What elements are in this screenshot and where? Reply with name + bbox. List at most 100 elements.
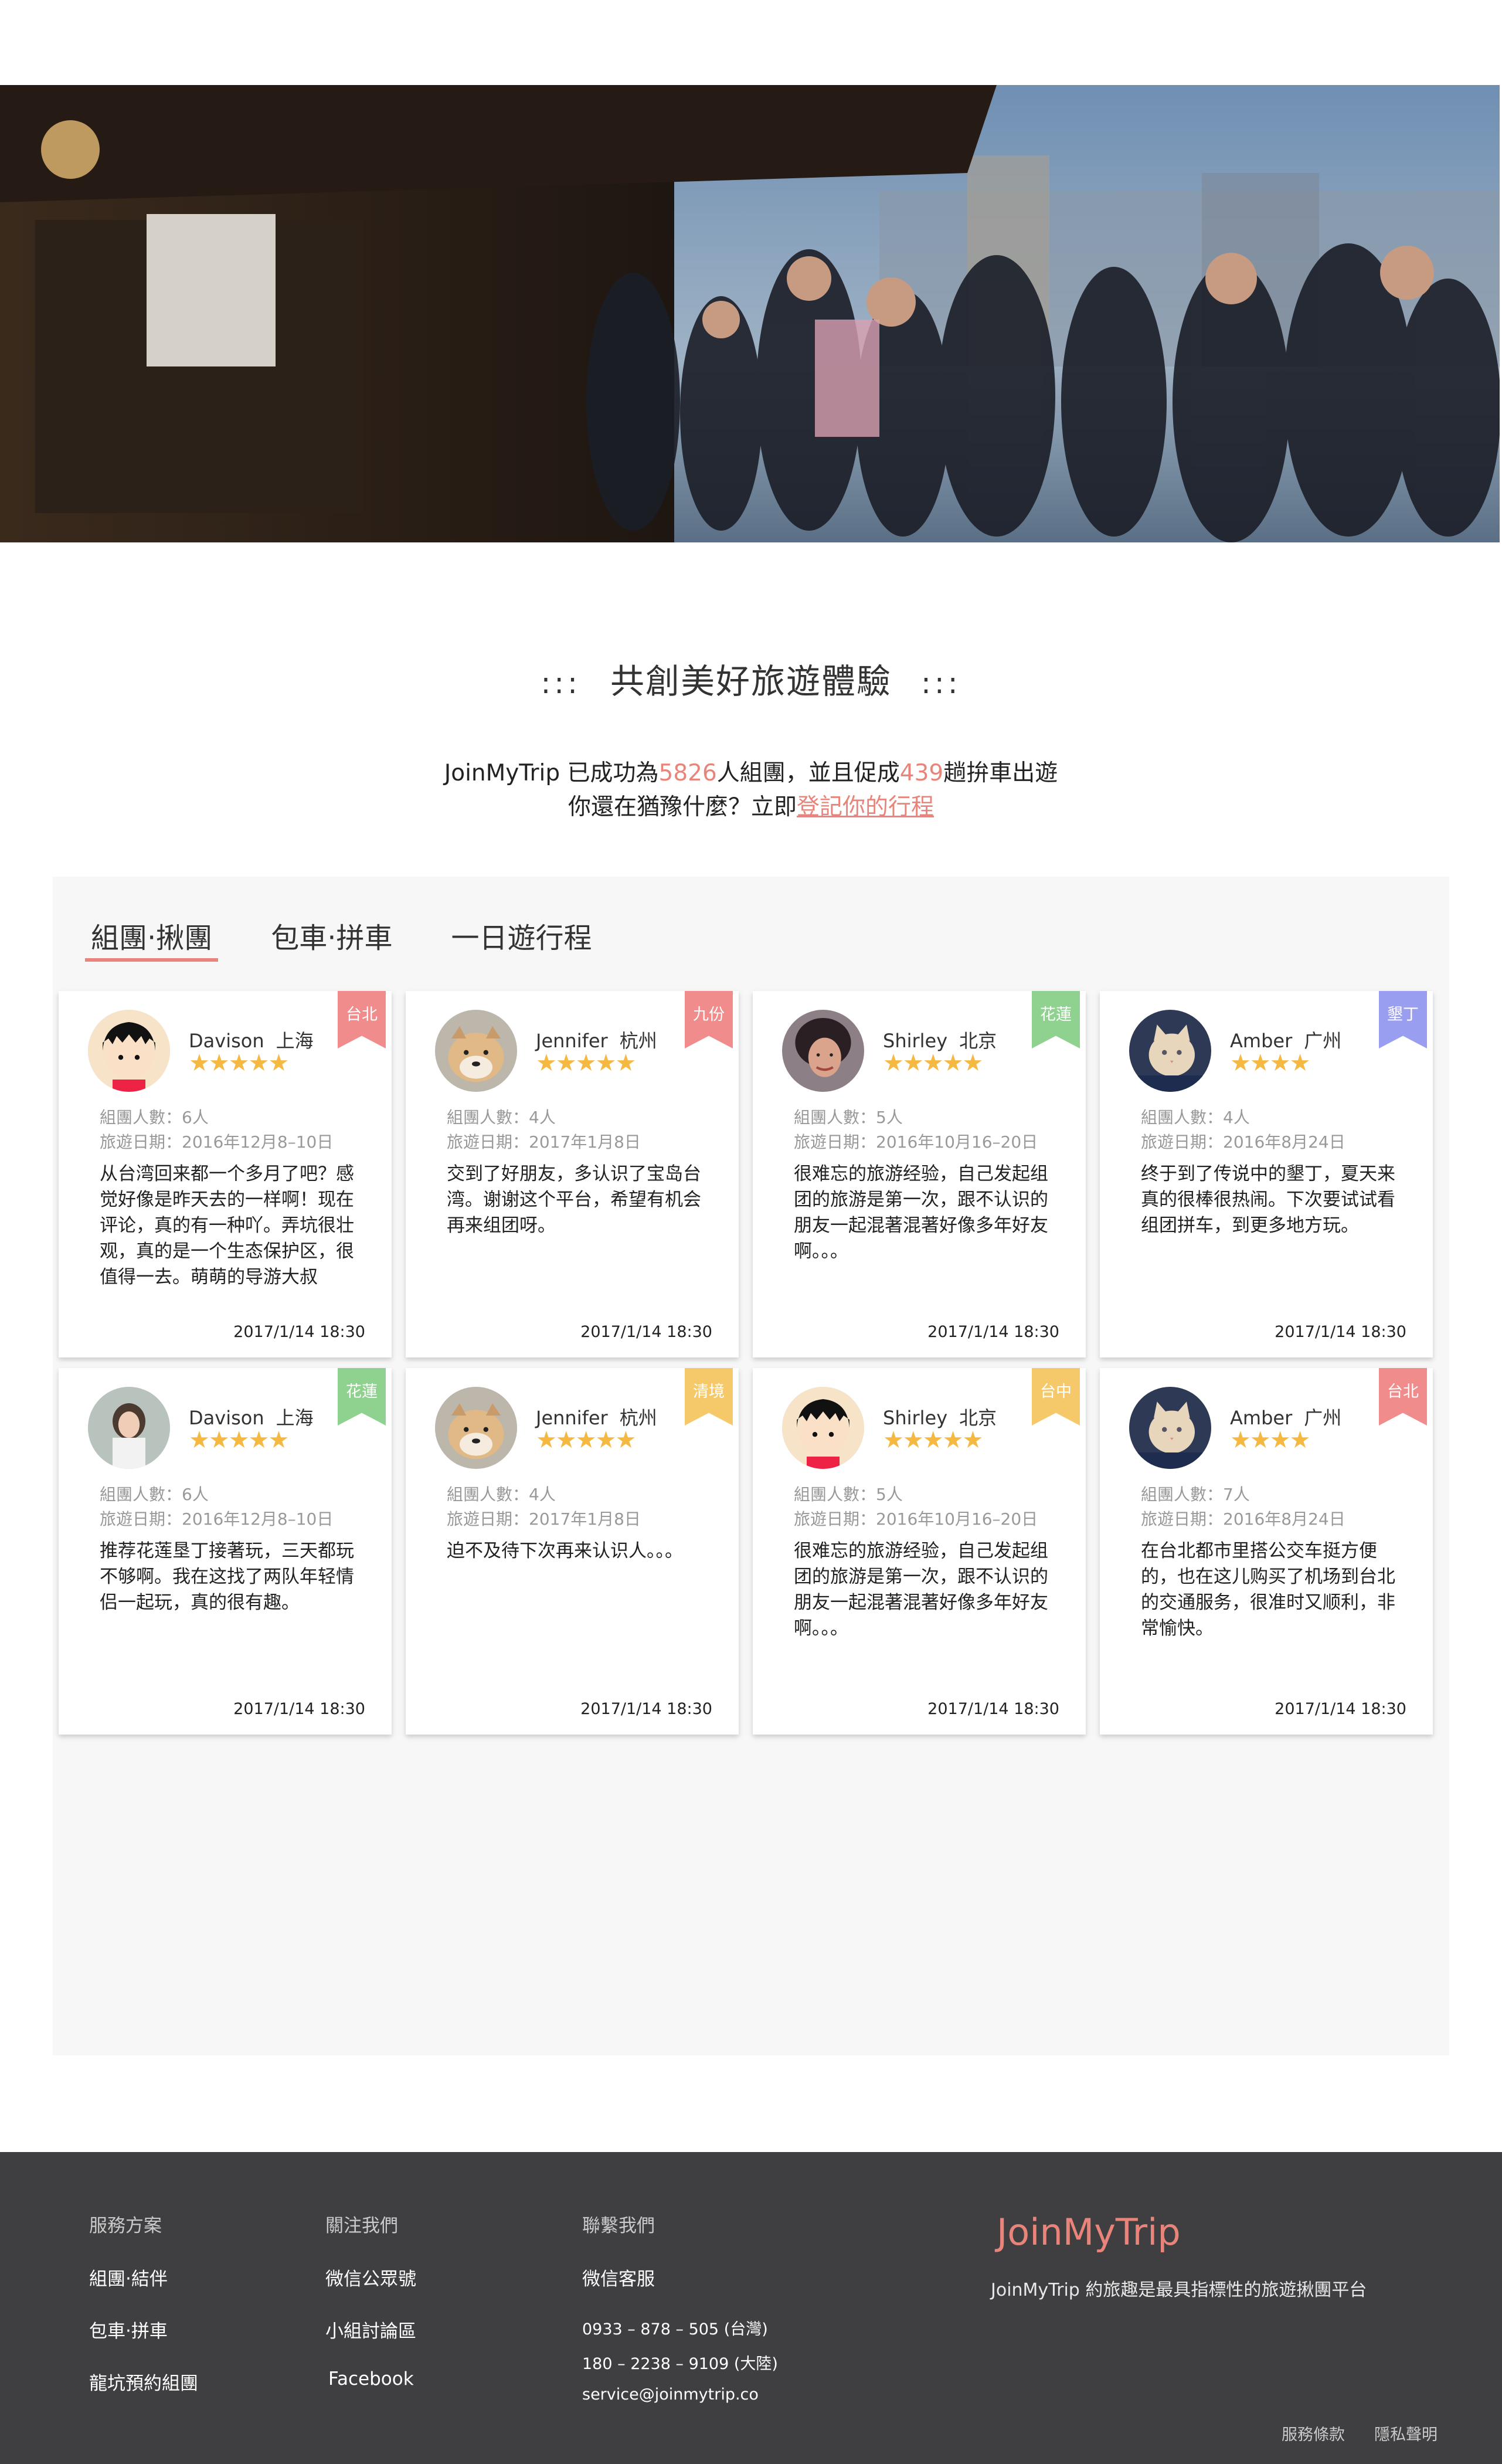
location-ribbon: 墾丁 (1379, 991, 1427, 1048)
email-link[interactable]: service@joinmytrip.co (582, 2385, 778, 2404)
stats-line-1: JoinMyTrip 已成功為5826人組團，並且促成439趟拚車出遊 (0, 756, 1502, 790)
review-card[interactable]: Amber 广州 ★★★★★ 墾丁組團人數：4人 旅遊日期：2016年8月24日终于到了… (1100, 991, 1433, 1357)
reviewer-username: Shirley (883, 1030, 948, 1052)
review-timestamp: 2017/1/14 18:30 (927, 1700, 1059, 1718)
link-wechat-account[interactable]: 微信公眾號 (325, 2264, 416, 2290)
trip-meta: 組團人數：7人 旅遊日期：2016年8月24日 (1141, 1482, 1345, 1532)
review-text: 推荐花莲垦丁接著玩，三天都玩不够啊。我在这找了两队年轻情侣一起玩，真的很有趣。 (100, 1540, 354, 1613)
footer-logo: JoinMyTrip (997, 2211, 1181, 2253)
trip-dates: 旅遊日期：2016年8月24日 (1141, 1509, 1345, 1529)
reviewer-city: 杭州 (619, 1407, 657, 1429)
reviewer-city: 杭州 (619, 1030, 657, 1052)
trip-meta: 組團人數：6人 旅遊日期：2016年12月8–10日 (100, 1105, 333, 1155)
tab-bar: 組團‧揪團 包車‧拼車 一日遊行程 (84, 897, 651, 962)
review-text: 从台湾回来都一个多月了吧？感觉好像是昨天去的一样啊！现在评论，真的有一种吖。弄坑… (100, 1163, 354, 1288)
reviewer-city: 上海 (276, 1407, 314, 1429)
location-ribbon: 清境 (685, 1368, 733, 1426)
stats-suffix: 趟拚車出遊 (943, 760, 1058, 786)
privacy-link[interactable]: 隱私聲明 (1374, 2426, 1438, 2444)
carpool-count: 439 (899, 760, 944, 786)
dog-avatar (435, 1387, 517, 1469)
star-rating: ★★★★★ (1230, 1050, 1330, 1077)
review-card[interactable]: Shirley 北京 ★★★★★ 台中 組團人數：5人 旅遊日期：2016年10月16–2… (753, 1368, 1086, 1735)
star-rating: ★★★★★ (536, 1050, 636, 1077)
review-timestamp: 2017/1/14 18:30 (1275, 1323, 1406, 1341)
reviewer-username: Amber (1230, 1407, 1293, 1429)
review-text: 交到了好朋友，多认识了宝岛台湾。谢谢这个平台，希望有机会再来组团呀。 (447, 1163, 701, 1236)
review-text: 很难忘的旅游经验，自己发起组团的旅游是第一次，跟不认识的朋友一起混著混著好像多年… (794, 1163, 1048, 1262)
review-card[interactable]: Amber 广州 ★★★★★ 台北 組團人數：7人 旅遊日期：2016年8月24日 在台北都… (1100, 1368, 1433, 1735)
location-ribbon: 台北 (1379, 1368, 1427, 1426)
phone-taiwan: 0933 – 878 – 505 (台灣) (582, 2320, 768, 2339)
review-card[interactable]: Jennifer 杭州 ★★★★★ 清境 組團人數：4人 旅遊日期：2017年1月8日 迫不… (406, 1368, 739, 1735)
review-text: 在台北都市里搭公交车挺方便的，也在这儿购买了机场到台北的交通服务，很准时又顺利，… (1141, 1540, 1395, 1639)
review-timestamp: 2017/1/14 18:30 (580, 1323, 712, 1341)
reviewer-city: 广州 (1304, 1030, 1342, 1052)
review-card[interactable]: Jennifer 杭州 ★★★★★ 九份 組團人數：4人 旅遊日期：2017年1月8日 交到… (406, 991, 739, 1357)
reviewer-city: 广州 (1304, 1407, 1342, 1429)
review-card[interactable]: Davison 上海 ★★★★★ 台北 組團人數：6人 旅遊日期：2016年12月8–10… (59, 991, 392, 1357)
star-icon-filled: ★★★★★ (536, 1427, 636, 1454)
tab-group-travel[interactable]: 組團‧揪團 (84, 897, 219, 962)
star-icon-filled: ★★★★★ (189, 1427, 289, 1454)
link-charter-carpool[interactable]: 包車‧拼車 (89, 2316, 198, 2343)
hero-photo (0, 85, 1500, 542)
reviewer-username: Davison (189, 1030, 264, 1052)
reviewer-username: Amber (1230, 1030, 1293, 1052)
link-longkeng-booking[interactable]: 龍坑預約組團 (89, 2368, 198, 2395)
stats-prefix: JoinMyTrip 已成功為 (444, 760, 659, 786)
location-ribbon: 台中 (1032, 1368, 1080, 1426)
star-icon-filled: ★★★★★ (536, 1050, 636, 1077)
follow-heading: 關注我們 (325, 2215, 398, 2236)
link-facebook[interactable]: Facebook (325, 2368, 416, 2390)
title-dots-left: ::: (541, 666, 581, 700)
review-timestamp: 2017/1/14 18:30 (580, 1700, 712, 1718)
footer-follow: 關注我們 微信公眾號 小組討論區 Facebook (325, 2211, 416, 2415)
review-text: 很难忘的旅游经验，自己发起组团的旅游是第一次，跟不认识的朋友一起混著混著好像多年… (794, 1540, 1048, 1639)
wechat-support: 微信客服 (582, 2269, 655, 2290)
link-forum[interactable]: 小組討論區 (325, 2316, 416, 2343)
star-icon-filled: ★★★★★ (189, 1050, 289, 1077)
star-icon-filled: ★★★★★ (883, 1050, 983, 1077)
trip-dates: 旅遊日期：2017年1月8日 (447, 1132, 641, 1152)
footer-services: 服務方案 組團‧結伴 包車‧拼車 龍坑預約組團 (89, 2211, 198, 2421)
member-count: 組團人數：5人 (794, 1108, 903, 1127)
register-trip-link[interactable]: 登記你的行程 (797, 794, 934, 820)
star-icon-filled: ★★★★ (1230, 1050, 1310, 1077)
review-card[interactable]: Shirley 北京 ★★★★★ 花蓮 組團人數：5人 旅遊日期：2016年10月16–2… (753, 991, 1086, 1357)
groups-count: 5826 (658, 760, 717, 786)
review-text: 终于到了传说中的墾丁，夏天来真的很棒很热闹。下次要试试看组团拼车，到更多地方玩。 (1141, 1163, 1395, 1236)
trip-dates: 旅遊日期：2016年10月16–20日 (794, 1132, 1038, 1152)
star-rating: ★★★★★ (883, 1427, 983, 1454)
member-count: 組團人數：4人 (1141, 1108, 1250, 1127)
link-group-travel[interactable]: 組團‧結伴 (89, 2264, 198, 2290)
review-timestamp: 2017/1/14 18:30 (233, 1323, 365, 1341)
trip-dates: 旅遊日期：2016年10月16–20日 (794, 1509, 1038, 1529)
star-rating: ★★★★★ (883, 1050, 983, 1077)
review-timestamp: 2017/1/14 18:30 (1275, 1700, 1406, 1718)
reviewer-username: Davison (189, 1407, 264, 1429)
location-ribbon: 台北 (338, 991, 386, 1048)
member-count: 組團人數：6人 (100, 1108, 209, 1127)
legal-links: 服務條款 隱私聲明 (1252, 2422, 1438, 2445)
review-text: 迫不及待下次再来认识人。。。 (447, 1540, 683, 1562)
review-card[interactable]: Davison 上海 ★★★★★ 花蓮 組團人數：6人 旅遊日期：2016年12月8–10… (59, 1368, 392, 1735)
hero-banner (0, 85, 1500, 542)
star-icon-filled: ★★★★ (1230, 1427, 1310, 1454)
member-count: 組團人數：4人 (447, 1485, 556, 1504)
dog-avatar (435, 1010, 517, 1092)
footer: 服務方案 組團‧結伴 包車‧拼車 龍坑預約組團 關注我們 微信公眾號 小組討論區… (0, 2152, 1502, 2464)
tab-day-trip[interactable]: 一日遊行程 (451, 897, 592, 962)
stats-line-2: 你還在猶豫什麼？立即登記你的行程 (0, 790, 1502, 824)
reviewer-username: Jennifer (536, 1407, 608, 1429)
terms-link[interactable]: 服務條款 (1282, 2426, 1345, 2444)
title-dots-right: ::: (921, 666, 961, 700)
trip-meta: 組團人數：4人 旅遊日期：2016年8月24日 (1141, 1105, 1345, 1155)
member-count: 組團人數：5人 (794, 1485, 903, 1504)
location-ribbon: 花蓮 (338, 1368, 386, 1426)
cat-avatar (1129, 1387, 1211, 1469)
phone-china: 180 – 2238 – 9109 (大陸) (582, 2355, 778, 2373)
tab-charter-carpool[interactable]: 包車‧拼車 (271, 897, 392, 962)
review-timestamp: 2017/1/14 18:30 (927, 1323, 1059, 1341)
title-text: 共創美好旅遊體驗 (610, 661, 892, 701)
